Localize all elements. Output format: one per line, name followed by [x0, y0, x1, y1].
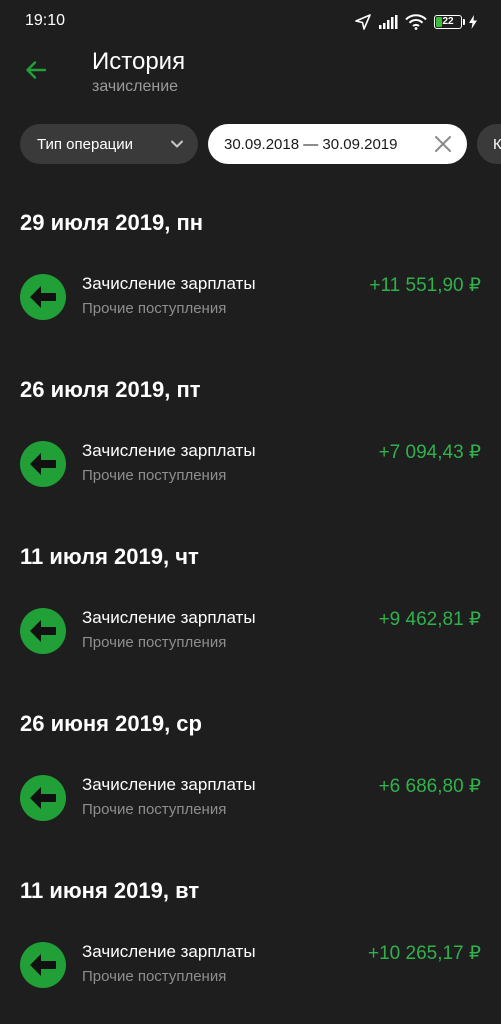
back-arrow-icon: [24, 58, 48, 87]
transaction-category: Прочие поступления: [82, 300, 227, 317]
transaction-title: Зачисление зарплаты: [82, 775, 256, 794]
incoming-arrow-icon: [20, 775, 66, 821]
page-subtitle: зачисление: [92, 78, 179, 95]
day-header: 11 июля 2019, чт: [20, 544, 199, 569]
wifi-icon: [405, 14, 427, 30]
status-bar: 19:10 22: [0, 0, 501, 44]
transaction-amount: +6 686,80 ₽: [378, 776, 481, 797]
transaction-category: Прочие поступления: [82, 801, 227, 818]
transaction-title: Зачисление зарплаты: [82, 942, 256, 961]
close-icon[interactable]: [433, 134, 453, 158]
transaction-row[interactable]: Зачисление зарплаты Прочие поступления +…: [0, 763, 501, 835]
battery-fill: [436, 17, 442, 27]
date-range-filter[interactable]: 30.09.2018 — 30.09.2019: [208, 124, 467, 164]
transaction-amount: +9 462,81 ₽: [378, 609, 481, 630]
transaction-row[interactable]: Зачисление зарплаты Прочие поступления +…: [0, 596, 501, 668]
transaction-row[interactable]: Зачисление зарплаты Прочие поступления +…: [0, 930, 501, 1002]
transaction-category: Прочие поступления: [82, 634, 227, 651]
back-button[interactable]: [16, 52, 56, 92]
status-icons: 22: [355, 12, 477, 32]
transaction-amount: +7 094,43 ₽: [378, 442, 481, 463]
operation-type-filter[interactable]: Тип операции: [20, 124, 198, 164]
transaction-amount: +11 551,90 ₽: [369, 275, 481, 296]
category-filter[interactable]: К: [477, 124, 501, 164]
transaction-title: Зачисление зарплаты: [82, 441, 256, 460]
filter-bar: Тип операции 30.09.2018 — 30.09.2019 К: [20, 124, 501, 166]
transaction-title: Зачисление зарплаты: [82, 274, 256, 293]
transaction-category: Прочие поступления: [82, 968, 227, 985]
day-header: 26 июля 2019, пт: [20, 377, 201, 402]
operation-type-label: Тип операции: [37, 135, 134, 153]
charging-bolt-icon: [469, 15, 477, 29]
incoming-arrow-icon: [20, 942, 66, 988]
location-arrow-icon: [355, 14, 371, 30]
day-header: 26 июня 2019, ср: [20, 711, 202, 736]
transaction-category: Прочие поступления: [82, 467, 227, 484]
transaction-amount: +10 265,17 ₽: [368, 943, 481, 964]
transaction-row[interactable]: Зачисление зарплаты Прочие поступления +…: [0, 262, 501, 334]
incoming-arrow-icon: [20, 608, 66, 654]
day-header: 29 июля 2019, пн: [20, 210, 204, 235]
date-range-label: 30.09.2018 — 30.09.2019: [224, 135, 398, 153]
transaction-title: Зачисление зарплаты: [82, 608, 256, 627]
incoming-arrow-icon: [20, 274, 66, 320]
category-filter-label: К: [493, 135, 501, 153]
app-header: История зачисление: [0, 44, 501, 110]
day-header: 11 июня 2019, вт: [20, 878, 200, 903]
incoming-arrow-icon: [20, 441, 66, 487]
signal-icon: [378, 14, 398, 30]
chevron-down-icon: [170, 137, 184, 155]
battery-level: 22: [442, 16, 454, 27]
status-time: 19:10: [25, 12, 66, 29]
transaction-row[interactable]: Зачисление зарплаты Прочие поступления +…: [0, 429, 501, 501]
battery-icon: 22: [434, 15, 465, 29]
page-title: История: [92, 48, 186, 75]
battery-nub: [463, 19, 465, 25]
